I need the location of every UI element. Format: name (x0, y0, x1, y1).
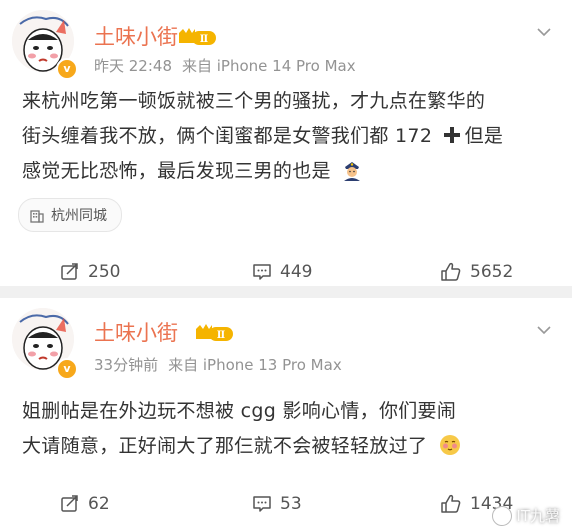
post-text-line: 感觉无比恐怖，最后发现三男的也是 (22, 154, 550, 189)
plus-icon (443, 127, 460, 143)
post-text-segment: 但是 (464, 125, 504, 147)
repost-count: 62 (88, 494, 110, 514)
post-text-line: 来杭州吃第一顿饭就被三个男的骚扰，才九点在繁华的 (22, 90, 486, 112)
post-actions: 250 449 5652 (0, 252, 572, 292)
username[interactable]: 土味小街 (94, 24, 178, 50)
post-text-segment: 大请随意，正好闹大了那仨就不会被轻轻放过了 (22, 435, 428, 457)
username[interactable]: 土味小街 (94, 320, 178, 346)
post-time: 昨天 22:48 (94, 57, 172, 75)
level-text: Ⅱ (217, 330, 225, 341)
location-tag[interactable]: 杭州同城 (18, 198, 122, 232)
shy-face-emoji-icon (439, 435, 460, 455)
user-level-crown-badge-icon: Ⅱ (179, 28, 216, 45)
repost-count: 250 (88, 262, 121, 282)
like-button[interactable]: 5652 (440, 260, 513, 284)
post-text-segment: 感觉无比恐怖，最后发现三男的也是 (22, 160, 331, 182)
comment-icon (253, 496, 271, 512)
post-text: 姐删帖是在外边玩不想被 cgg 影响心情，你们要闹 大请随意，正好闹大了那仨就不… (22, 394, 550, 464)
like-count: 5652 (470, 262, 514, 282)
post-source: 来自 iPhone 13 Pro Max (168, 356, 342, 374)
post-time: 33分钟前 (94, 356, 159, 374)
post-text: 来杭州吃第一顿饭就被三个男的骚扰，才九点在繁华的 街头缠着我不放，俩个闺蜜都是女… (22, 84, 550, 189)
building-icon (30, 210, 44, 223)
thumbs-up-icon (441, 494, 461, 513)
police-officer-emoji-icon (344, 162, 361, 181)
comment-count: 53 (280, 494, 302, 514)
location-tag-label: 杭州同城 (51, 208, 107, 224)
comment-button[interactable]: 449 (252, 260, 312, 284)
comment-button[interactable]: 53 (252, 492, 302, 516)
repost-button[interactable]: 250 (60, 260, 120, 284)
repost-icon (61, 495, 78, 512)
watermark-text: IT九薯 (516, 507, 560, 525)
post-meta: 33分钟前 来自 iPhone 13 Pro Max (94, 355, 342, 375)
chevron-down-icon[interactable] (536, 322, 552, 338)
post-text-segment: 街头缠着我不放，俩个闺蜜都是女警我们都 172 (22, 125, 433, 147)
chevron-down-icon[interactable] (536, 24, 552, 40)
level-text: Ⅱ (200, 34, 208, 45)
watermark: IT九薯 (492, 505, 560, 526)
verified-badge-icon: v (56, 358, 78, 380)
repost-button[interactable]: 62 (60, 492, 110, 516)
post-text-line: 姐删帖是在外边玩不想被 cgg 影响心情，你们要闹 (22, 400, 457, 422)
thumbs-up-icon (441, 262, 461, 281)
post-source: 来自 iPhone 14 Pro Max (182, 57, 356, 75)
user-level-crown-badge-icon: Ⅱ (196, 324, 233, 341)
post-text-line: 大请随意，正好闹大了那仨就不会被轻轻放过了 (22, 429, 550, 464)
weibo-logo-icon (492, 505, 513, 526)
weibo-post-1: v 土味小街 Ⅱ 昨天 22:48 来自 iPhone 14 Pro Max 来杭… (0, 0, 572, 286)
weibo-post-2: v 土味小街 Ⅱ 33分钟前 来自 iPhone 13 Pro Max 姐删帖是在… (0, 298, 572, 530)
repost-icon (61, 263, 78, 280)
comment-icon (253, 264, 271, 280)
comment-count: 449 (280, 262, 313, 282)
post-actions: 62 53 1434 (0, 484, 572, 524)
post-text-line: 街头缠着我不放，俩个闺蜜都是女警我们都 172 但是 (22, 119, 550, 154)
verified-badge-icon: v (56, 58, 78, 80)
post-meta: 昨天 22:48 来自 iPhone 14 Pro Max (94, 56, 356, 76)
